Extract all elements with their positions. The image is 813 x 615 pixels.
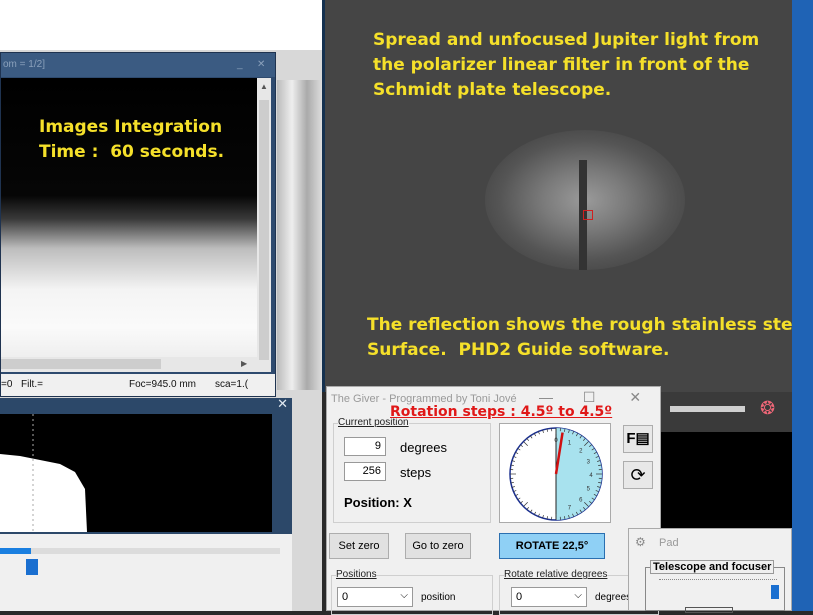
left-top-panel	[0, 0, 322, 50]
positions-select[interactable]: 0 ⌵	[337, 587, 413, 607]
export-icon[interactable]: F▤	[623, 425, 653, 453]
integration-annotation: Images Integration Time : 60 seconds.	[39, 115, 224, 165]
profile-plot-svg	[0, 414, 272, 532]
relative-select-value: 0	[516, 591, 522, 603]
status-filter: Filt.=	[21, 379, 43, 390]
status-frame: =0	[1, 379, 12, 390]
scroll-thumb[interactable]	[259, 100, 269, 360]
image-window-title: om = 1/2]	[3, 59, 45, 70]
rotation-steps-annotation: Rotation steps : 4.5º to 4.5º	[390, 404, 612, 420]
close-icon[interactable]: ✕	[629, 389, 641, 405]
focuser-slider-thumb[interactable]	[771, 585, 779, 599]
dial-right-half	[556, 428, 602, 520]
degrees-label: degrees	[400, 440, 447, 455]
steps-label: steps	[400, 465, 431, 480]
degrees-field[interactable]: 9	[344, 437, 386, 456]
maximize-icon[interactable]: ☐	[583, 389, 596, 405]
reflection-annotation: The reflection shows the rough stainless…	[367, 313, 810, 363]
status-scale: sca=1.(	[215, 379, 248, 390]
chevron-down-icon[interactable]: ⌵	[400, 590, 408, 601]
scroll-up-icon[interactable]: ▲	[260, 82, 268, 91]
go-to-zero-button[interactable]: Go to zero	[405, 533, 471, 559]
pad-button[interactable]	[685, 607, 733, 613]
pad-title: Pad	[659, 537, 679, 549]
pad-window: ⚙ Pad Telescope and focuser	[628, 528, 792, 611]
profile-shape	[0, 454, 87, 532]
refresh-icon[interactable]: ⟳	[623, 461, 653, 489]
minimize-icon[interactable]: —	[539, 389, 553, 405]
focuser-ticks	[659, 579, 777, 581]
set-zero-button[interactable]: Set zero	[329, 533, 389, 559]
horizontal-scrollbar[interactable]: ▶	[1, 357, 257, 372]
guide-star-marker	[583, 210, 593, 220]
relative-select[interactable]: 0 ⌵	[511, 587, 587, 607]
vertical-scrollbar[interactable]: ▲	[257, 78, 271, 372]
position-unit: position	[421, 592, 455, 603]
relative-unit: degrees	[595, 592, 631, 603]
brain-icon[interactable]: ❂	[760, 398, 775, 419]
spread-annotation: Spread and unfocused Jupiter light from …	[373, 28, 759, 103]
rotate-button[interactable]: ROTATE 22,5°	[499, 533, 605, 559]
dial-svg: 01234567	[500, 424, 612, 524]
slider-thumb[interactable]	[26, 559, 38, 575]
telescope-group: Telescope and focuser	[645, 567, 785, 611]
exposure-slider[interactable]	[670, 406, 745, 412]
slider-fill	[0, 548, 31, 554]
background-image-strip	[277, 80, 322, 390]
guide-camera-image: Spread and unfocused Jupiter light from …	[322, 0, 792, 392]
plot-controls	[0, 534, 292, 611]
image-statusbar: =0 Filt.= Foc=945.0 mm sca=1.(	[1, 374, 275, 396]
plot-window: ✕	[0, 398, 292, 611]
rotate-relative-label: Rotate relative degrees	[504, 569, 607, 580]
rotation-dial: 01234567	[499, 423, 611, 523]
positions-select-value: 0	[342, 591, 348, 603]
status-focal: Foc=945.0 mm	[129, 379, 196, 390]
image-window-titlebar[interactable]: om = 1/2] _ ✕	[1, 53, 275, 77]
scroll-right-icon[interactable]: ▶	[241, 359, 247, 368]
positions-label: Positions	[336, 569, 377, 580]
steps-field[interactable]: 256	[344, 462, 386, 481]
image-window: om = 1/2] _ ✕ Images Integration Time : …	[0, 52, 276, 397]
slider-track[interactable]	[0, 548, 280, 554]
minimize-icon[interactable]: _	[237, 59, 243, 70]
right-edge-bar	[792, 0, 813, 611]
close-icon[interactable]: ✕	[257, 59, 265, 70]
left-app-window: om = 1/2] _ ✕ Images Integration Time : …	[0, 0, 322, 611]
close-icon[interactable]: ✕	[277, 396, 288, 412]
position-label: Position: X	[344, 495, 412, 510]
telescope-group-label: Telescope and focuser	[650, 560, 774, 574]
chevron-down-icon[interactable]: ⌵	[574, 590, 582, 601]
profile-plot	[0, 414, 272, 532]
phd2-toolbar: ❂	[650, 392, 792, 432]
pad-icon: ⚙	[635, 535, 646, 549]
hscroll-thumb[interactable]	[1, 359, 161, 369]
